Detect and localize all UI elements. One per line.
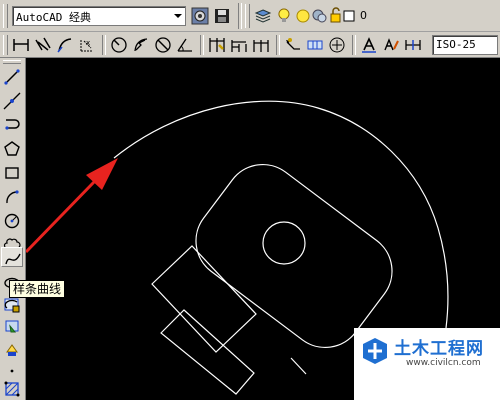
watermark-site-url: www.civilcn.com: [406, 358, 481, 368]
hatch-icon: [4, 381, 20, 397]
dim-leader-icon: [286, 38, 300, 50]
toolbar-separator: [276, 35, 280, 55]
layer-state-icons: [278, 7, 355, 23]
dim-text-edit-icon: [384, 38, 399, 51]
workspace-save-icon: [215, 9, 229, 23]
toolbar-grip[interactable]: [3, 4, 8, 28]
watermark-site-name: 土木工程网: [394, 339, 484, 359]
dim-arc-icon: [57, 38, 72, 53]
ordinate-dimension-button[interactable]: x: [76, 34, 98, 56]
polygon-icon: [4, 141, 20, 156]
dim-center-icon: [329, 37, 345, 53]
layer-properties-button[interactable]: [252, 5, 274, 27]
insert-block-button[interactable]: [1, 316, 23, 338]
toolbar-grip[interactable]: [3, 60, 21, 64]
continue-dimension-button[interactable]: [250, 34, 272, 56]
line-button[interactable]: [1, 66, 23, 88]
spline-button[interactable]: [1, 247, 23, 267]
save-workspace-button[interactable]: [211, 5, 233, 27]
layer-control[interactable]: 0: [278, 7, 382, 25]
make-block-icon: [6, 344, 18, 356]
workspace-value: AutoCAD 经典: [16, 11, 91, 24]
arc-length-button[interactable]: [54, 34, 76, 56]
dim-quick-icon: [209, 38, 225, 52]
dimension-update-button[interactable]: [402, 34, 424, 56]
dim-radius-icon: [111, 37, 127, 53]
block-edge: [290, 357, 307, 375]
dim-diameter-icon: [155, 37, 171, 53]
circle-icon: [4, 213, 20, 229]
dim-aligned-icon: [35, 37, 51, 51]
svg-text:x: x: [86, 39, 90, 47]
radius-dimension-button[interactable]: [108, 34, 130, 56]
annotation-arrow: [26, 158, 118, 254]
arc-button[interactable]: [1, 186, 23, 208]
polygon-button[interactable]: [1, 138, 23, 160]
dimension-edit-button[interactable]: [358, 34, 380, 56]
hatch-button[interactable]: [1, 378, 23, 400]
make-block-button[interactable]: [1, 338, 23, 360]
tooltip-text: 样条曲线: [13, 282, 62, 296]
toolbar-separator: [200, 35, 204, 55]
toolbar-separator: [238, 3, 242, 29]
toolbar-separator: [102, 35, 106, 55]
polyline-button[interactable]: [1, 114, 23, 136]
quick-leader-button[interactable]: [282, 34, 304, 56]
draw-toolbar: [0, 58, 26, 400]
dim-edit-icon: [362, 37, 376, 53]
jogged-dimension-button[interactable]: [130, 34, 152, 56]
construction-line-button[interactable]: [1, 90, 23, 112]
rectangle-icon: [5, 167, 19, 179]
angular-dimension-button[interactable]: [174, 34, 196, 56]
tolerance-button[interactable]: [304, 34, 326, 56]
arc-icon: [6, 190, 19, 204]
tooltip: 样条曲线: [9, 280, 66, 298]
dimension-style-value: ISO-25: [436, 38, 476, 51]
quick-dimension-button[interactable]: [206, 34, 228, 56]
polyline-icon: [5, 119, 20, 130]
spline-icon: [5, 253, 21, 265]
rectangle-shape[interactable]: [151, 245, 257, 353]
dim-jogged-icon: [134, 38, 148, 52]
workspace-dropdown[interactable]: AutoCAD 经典: [12, 6, 186, 26]
dim-linear-icon: [13, 39, 29, 51]
hole-circle[interactable]: [262, 221, 306, 265]
dim-ordinate-icon: x: [80, 39, 93, 52]
toolbar-separator: [352, 35, 356, 55]
dim-baseline-icon: [231, 40, 247, 52]
chevron-down-icon: [174, 14, 182, 18]
workspace-toolbar: AutoCAD 经典 0: [0, 0, 500, 32]
dim-continue-icon: [253, 40, 269, 52]
dimension-style-dropdown[interactable]: ISO-25: [432, 35, 498, 55]
dimension-text-edit-button[interactable]: [380, 34, 402, 56]
toolbar-grip[interactable]: [3, 35, 8, 55]
spline-curve[interactable]: [113, 100, 449, 329]
aligned-dimension-button[interactable]: [32, 34, 54, 56]
center-mark-button[interactable]: [326, 34, 348, 56]
dim-tolerance-icon: [307, 40, 323, 50]
layer-name: 0: [360, 9, 367, 22]
watermark: 土木工程网 www.civilcn.com: [354, 328, 500, 400]
construction-line-icon: [3, 92, 21, 110]
diameter-dimension-button[interactable]: [152, 34, 174, 56]
dim-angular-icon: [177, 38, 192, 52]
workspace-settings-button[interactable]: [189, 5, 211, 27]
circle-button[interactable]: [1, 210, 23, 232]
layers-icon: [254, 9, 272, 23]
baseline-dimension-button[interactable]: [228, 34, 250, 56]
rectangle-shape[interactable]: [160, 309, 255, 395]
gear-icon: [191, 7, 209, 25]
insert-block-icon: [5, 320, 19, 333]
ellipse-arc-icon: [4, 298, 20, 313]
rectangle-button[interactable]: [1, 162, 23, 184]
dim-update-icon: [405, 40, 421, 50]
site-logo-icon: [363, 338, 387, 364]
linear-dimension-button[interactable]: [10, 34, 32, 56]
toolbar-grip[interactable]: [245, 4, 250, 28]
dimension-toolbar: x ISO-25: [0, 32, 500, 58]
line-icon: [4, 69, 20, 85]
